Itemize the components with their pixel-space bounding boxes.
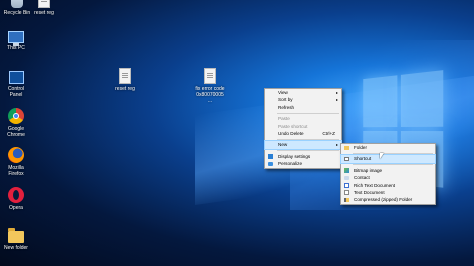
bitmap-image-icon <box>344 168 349 173</box>
desktop-icon-label: Opera <box>9 205 23 211</box>
menu-separator <box>277 112 339 114</box>
recycle-bin-icon <box>11 0 23 8</box>
document-icon <box>119 68 131 84</box>
chevron-right-icon: ▸ <box>335 97 338 103</box>
menu-item-label: Personalize <box>278 161 303 167</box>
desktop-icon-label: New folder <box>4 245 28 251</box>
menu-item-paste[interactable]: Paste <box>265 115 341 122</box>
submenu-item-label: Contact <box>354 175 370 181</box>
desktop-icon-google-chrome[interactable]: Google Chrome <box>2 108 30 138</box>
desktop-icon-label: reset reg <box>34 10 54 16</box>
menu-item-display-settings[interactable]: Display settings <box>265 153 341 160</box>
menu-item-label: Display settings <box>278 153 311 159</box>
chevron-right-icon: ▸ <box>335 90 338 95</box>
submenu-item-label: Compressed (zipped) Folder <box>354 197 413 203</box>
desktop-icon-reset-reg-top[interactable]: reset reg <box>30 0 58 16</box>
submenu-item-label: Folder <box>354 145 368 150</box>
desktop-icon-label: Mozilla Firefox <box>8 165 24 177</box>
menu-item-shortcut: Ctrl+Z <box>322 130 335 136</box>
zip-folder-icon <box>344 197 349 203</box>
submenu-item-folder[interactable]: Folder <box>341 144 435 151</box>
firefox-icon <box>8 147 24 163</box>
document-icon <box>204 68 216 84</box>
personalize-icon <box>268 161 273 167</box>
desktop-icon-opera[interactable]: Opera <box>2 187 30 211</box>
desktop-icon-label: Google Chrome <box>7 126 25 138</box>
menu-item-label: Paste shortcut <box>278 123 308 129</box>
menu-item-sort-by[interactable]: Sort by ▸ <box>265 96 341 103</box>
desktop-icon-control-panel[interactable]: Control Panel <box>2 68 30 98</box>
submenu-item-label: Rich Text Document <box>354 182 396 188</box>
submenu-item-compressed-folder[interactable]: Compressed (zipped) Folder <box>341 196 435 203</box>
desktop-icon-reset-reg[interactable]: reset reg <box>111 68 139 92</box>
submenu-item-label: Bitmap image <box>354 167 383 173</box>
display-settings-icon <box>268 154 273 159</box>
menu-item-label: View <box>278 90 288 95</box>
desktop-icon-this-pc[interactable]: This PC <box>2 28 30 51</box>
menu-item-label: New <box>278 142 288 148</box>
shortcut-icon <box>344 156 349 162</box>
contact-icon <box>344 175 349 181</box>
menu-item-paste-shortcut[interactable]: Paste shortcut <box>265 123 341 130</box>
desktop-icon-fix-error-code[interactable]: fix error code 0x80070005 ... <box>194 68 226 104</box>
submenu-item-label: Shortcut <box>354 156 372 162</box>
control-panel-icon <box>8 71 24 84</box>
opera-icon <box>8 187 24 203</box>
new-submenu: Folder Shortcut Bitmap image Contact Ric… <box>340 143 436 205</box>
desktop-context-menu: View ▸ Sort by ▸ Refresh Paste Paste sho… <box>264 88 342 169</box>
menu-item-undo-delete[interactable]: Undo Delete Ctrl+Z <box>265 130 341 137</box>
desktop-icon-mozilla-firefox[interactable]: Mozilla Firefox <box>2 147 30 177</box>
rich-text-icon <box>344 183 349 188</box>
menu-item-label: Paste <box>278 116 290 122</box>
text-document-icon <box>344 190 349 195</box>
desktop-icon-label: Control Panel <box>7 86 25 98</box>
menu-separator <box>277 150 339 152</box>
menu-separator <box>353 152 433 154</box>
mouse-cursor-icon <box>380 153 384 159</box>
desktop-icon-new-folder[interactable]: New folder <box>2 228 30 251</box>
menu-item-refresh[interactable]: Refresh <box>265 104 341 111</box>
folder-icon <box>344 145 349 150</box>
submenu-item-rich-text-document[interactable]: Rich Text Document <box>341 182 435 189</box>
document-icon <box>38 0 50 8</box>
submenu-item-contact[interactable]: Contact <box>341 174 435 181</box>
desktop-icon-label: fix error code 0x80070005 ... <box>195 86 225 104</box>
menu-item-label: Refresh <box>278 104 295 110</box>
folder-icon <box>8 228 24 243</box>
submenu-item-bitmap-image[interactable]: Bitmap image <box>341 167 435 174</box>
menu-item-label: Sort by <box>278 97 293 103</box>
menu-item-personalize[interactable]: Personalize <box>265 160 341 167</box>
chevron-right-icon: ▸ <box>335 142 338 148</box>
chrome-icon <box>8 108 24 124</box>
menu-item-view[interactable]: View ▸ <box>265 89 341 96</box>
desktop-icon-label: reset reg <box>115 86 135 92</box>
menu-item-label: Undo Delete <box>278 130 304 136</box>
submenu-item-text-document[interactable]: Text Document <box>341 189 435 196</box>
desktop-icon-recycle-bin[interactable]: Recycle Bin <box>3 0 31 16</box>
this-pc-icon <box>8 31 24 46</box>
menu-item-new[interactable]: New ▸ <box>264 140 342 150</box>
submenu-item-label: Text Document <box>354 189 385 195</box>
submenu-item-shortcut[interactable]: Shortcut <box>340 154 436 164</box>
desktop-icon-label: Recycle Bin <box>3 10 31 16</box>
menu-separator <box>353 164 433 166</box>
menu-separator <box>277 138 339 140</box>
